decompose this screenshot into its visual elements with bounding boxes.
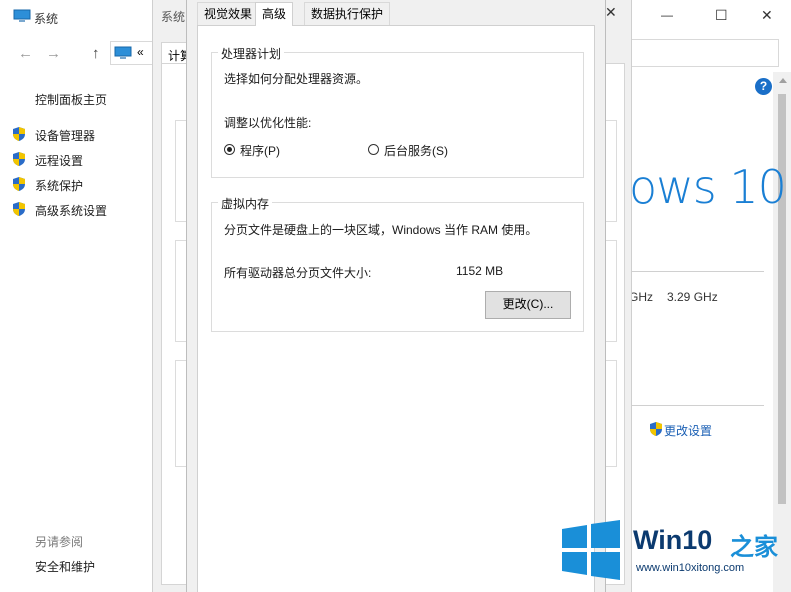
watermark-brand: Win10 xyxy=(633,525,713,555)
search-input[interactable] xyxy=(629,39,779,67)
radio-background-services[interactable]: 后台服务(S) xyxy=(368,142,488,158)
scrollbar-thumb[interactable] xyxy=(778,94,786,504)
paging-total-value: 1152 MB xyxy=(456,264,504,278)
processor-group-title: 处理器计划 xyxy=(218,45,285,62)
processor-description: 选择如何分配处理器资源。 xyxy=(224,72,369,86)
change-paging-button[interactable]: 更改(C)... xyxy=(485,291,571,319)
divider xyxy=(629,405,764,406)
shield-icon xyxy=(13,202,25,216)
sidebar-item-device-manager[interactable]: 设备管理器 xyxy=(35,127,95,144)
paging-total-label: 所有驱动器总分页文件大小: xyxy=(224,266,372,280)
shield-icon xyxy=(13,177,25,191)
shield-icon xyxy=(13,127,25,141)
tab-label: 数据执行保护 xyxy=(311,7,384,21)
cpu-speed-2: 3.29 GHz xyxy=(667,290,718,304)
dialog-close-button[interactable]: ✕ xyxy=(605,4,621,20)
shield-icon xyxy=(650,422,662,436)
radio-selected-icon xyxy=(224,144,235,155)
windows-logo-icon xyxy=(562,520,620,580)
sidebar-item-advanced-settings[interactable]: 高级系统设置 xyxy=(35,202,107,219)
radio-programs-label: 程序(P) xyxy=(240,144,280,158)
back-arrow-icon[interactable]: ← xyxy=(18,46,33,62)
optimize-label: 调整以优化性能: xyxy=(224,116,312,130)
divider xyxy=(629,271,764,272)
control-panel-home-link[interactable]: 控制面板主页 xyxy=(35,91,107,108)
performance-options-dialog: 视觉效果 高级 数据执行保护 ✕ 处理器计划 选择如何分配处理器资源。 调整以优… xyxy=(186,0,617,592)
help-icon[interactable]: ? xyxy=(755,78,772,95)
minimize-button[interactable]: — xyxy=(661,8,673,22)
tab-advanced[interactable]: 高级 xyxy=(255,2,294,26)
close-icon: ✕ xyxy=(605,4,617,20)
breadcrumb-chevron[interactable]: « xyxy=(137,45,144,59)
watermark: Win10 之家 www.win10xitong.com xyxy=(560,515,788,585)
properties-title: 系统 xyxy=(161,10,186,24)
computer-icon xyxy=(13,9,31,22)
tab-content-panel: 处理器计划 选择如何分配处理器资源。 调整以优化性能: 程序(P) 后台服务(S… xyxy=(197,25,595,592)
security-maintenance-link[interactable]: 安全和维护 xyxy=(35,558,95,575)
virtual-memory-group: 虚拟内存 分页文件是硬盘上的一块区域，Windows 当作 RAM 使用。 所有… xyxy=(211,195,584,332)
radio-services-label: 后台服务(S) xyxy=(384,144,448,158)
maximize-button[interactable]: ☐ xyxy=(715,7,728,24)
sidebar-item-remote-settings[interactable]: 远程设置 xyxy=(35,152,83,169)
up-arrow-icon[interactable]: ↑ xyxy=(92,46,100,62)
system-window: 系统 ← → ↑ « 控制面板主页 设备管理器 远程设置 系统保护 高级系统设置… xyxy=(0,0,170,592)
close-button[interactable]: ✕ xyxy=(761,7,773,24)
virtual-memory-description: 分页文件是硬盘上的一块区域，Windows 当作 RAM 使用。 xyxy=(224,223,538,237)
radio-programs[interactable]: 程序(P) xyxy=(224,142,324,158)
scroll-up-icon[interactable] xyxy=(779,78,787,83)
tab-visual-effects[interactable]: 视觉效果 xyxy=(197,2,260,25)
watermark-url: www.win10xitong.com xyxy=(636,562,745,574)
watermark-suffix: 之家 xyxy=(730,533,778,561)
window-title: 系统 xyxy=(34,12,59,26)
windows-logo-text: ows 10 xyxy=(629,160,787,214)
see-also-heading: 另请参阅 xyxy=(35,535,84,549)
tab-label: 高级 xyxy=(262,7,287,21)
cpu-speed-1: GHz xyxy=(629,290,653,304)
radio-unselected-icon xyxy=(368,144,379,155)
virtual-memory-title: 虚拟内存 xyxy=(218,195,273,212)
tab-dep[interactable]: 数据执行保护 xyxy=(304,2,391,25)
scrollbar-track[interactable] xyxy=(773,72,791,592)
shield-icon xyxy=(13,152,25,166)
sidebar-item-system-protection[interactable]: 系统保护 xyxy=(35,177,83,194)
tab-label: 视觉效果 xyxy=(204,7,253,21)
help-glyph: ? xyxy=(759,79,768,93)
tab-bar: 视觉效果 高级 数据执行保护 xyxy=(197,2,597,26)
computer-icon xyxy=(114,46,132,59)
forward-arrow-icon[interactable]: → xyxy=(46,46,61,62)
change-settings-link[interactable]: 更改设置 xyxy=(664,422,712,439)
processor-scheduling-group: 处理器计划 选择如何分配处理器资源。 调整以优化性能: 程序(P) 后台服务(S… xyxy=(211,45,584,178)
